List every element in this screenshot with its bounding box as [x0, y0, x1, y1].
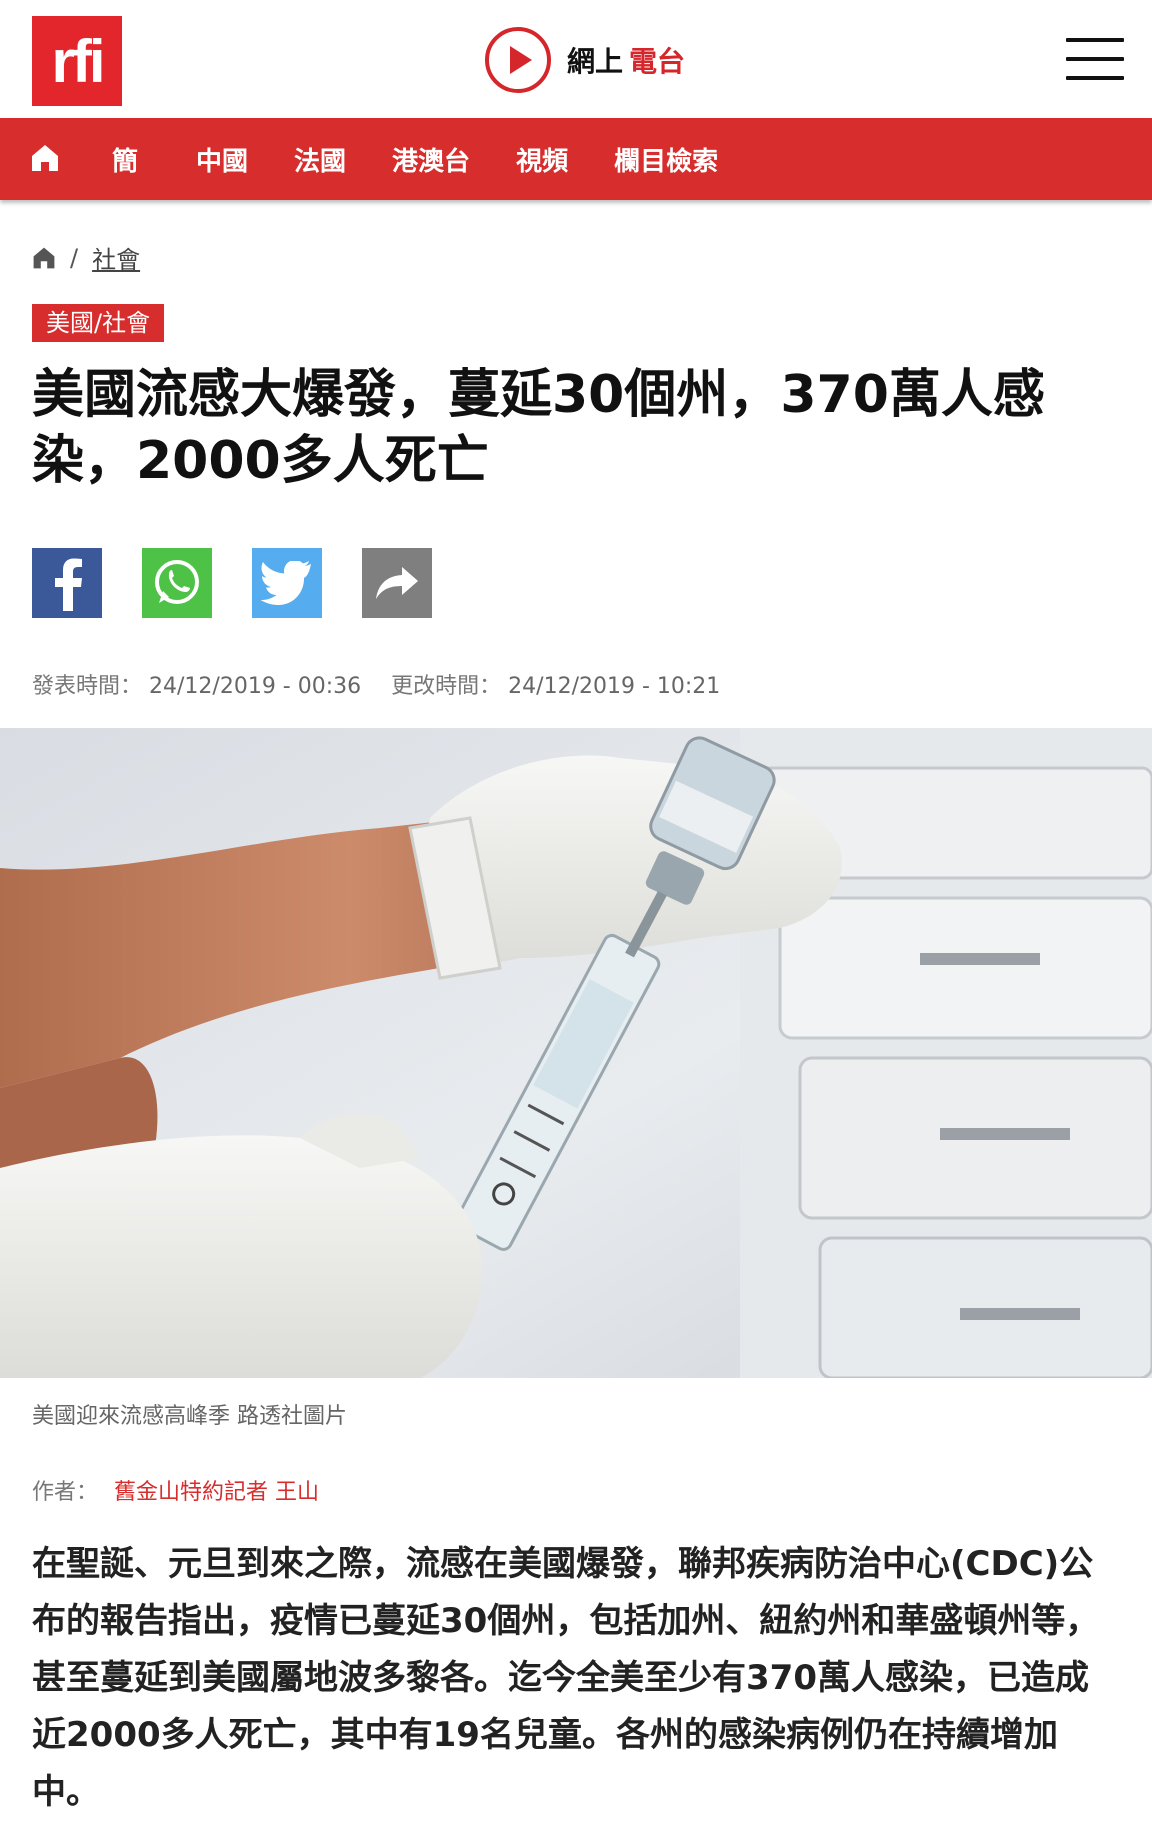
- play-icon: [485, 27, 551, 93]
- updated-value: 24/12/2019 - 10:21: [508, 674, 721, 699]
- online-radio-button[interactable]: 網上 電台: [485, 26, 685, 94]
- radio-label: 網上: [567, 45, 624, 78]
- author-line: 作者： 舊金山特約記者 王山: [32, 1474, 319, 1506]
- nav-item-video[interactable]: 視頻: [516, 141, 568, 178]
- nav-item-china[interactable]: 中國: [196, 141, 248, 178]
- hamburger-menu-icon[interactable]: [1066, 38, 1124, 80]
- nav-item-france[interactable]: 法國: [294, 141, 346, 178]
- rfi-logo[interactable]: rfi: [32, 16, 122, 106]
- article-title: 美國流感大爆發，蔓延30個州，370萬人感染，2000多人死亡: [32, 365, 1045, 491]
- nav-item-hk-macau-tw[interactable]: 港澳台: [392, 141, 470, 178]
- facebook-icon[interactable]: [32, 548, 102, 618]
- home-breadcrumb-icon[interactable]: [32, 246, 56, 270]
- home-icon[interactable]: [30, 141, 66, 177]
- publish-dates: 發表時間： 24/12/2019 - 00:36 更改時間： 24/12/201…: [32, 668, 720, 700]
- published-value: 24/12/2019 - 00:36: [149, 674, 362, 699]
- breadcrumb: / 社會: [32, 240, 140, 275]
- main-nav: 簡 中國 法國 港澳台 視頻 欄目檢索: [0, 118, 1152, 200]
- photo-caption: 美國迎來流感高峰季 路透社圖片: [32, 1404, 347, 1429]
- share-bar: [32, 548, 432, 618]
- nav-item-simplified[interactable]: 簡: [112, 141, 138, 178]
- radio-accent-label: 電台: [629, 45, 686, 78]
- breadcrumb-society-link[interactable]: 社會: [92, 240, 140, 275]
- logo-text: rfi: [51, 27, 106, 95]
- twitter-icon[interactable]: [252, 548, 322, 618]
- article-photo: [0, 728, 1152, 1378]
- author-name-link[interactable]: 舊金山特約記者 王山: [114, 1480, 319, 1505]
- share-icon[interactable]: [362, 548, 432, 618]
- whatsapp-icon[interactable]: [142, 548, 212, 618]
- updated-label: 更改時間：: [391, 674, 502, 699]
- nav-item-column-search[interactable]: 欄目檢索: [614, 141, 718, 178]
- article-lead: 在聖誕、元旦到來之際，流感在美國爆發，聯邦疾病防治中心(CDC)公布的報告指出，…: [32, 1544, 1100, 1812]
- published-label: 發表時間：: [32, 674, 143, 699]
- category-tag[interactable]: 美國/社會: [32, 304, 165, 342]
- breadcrumb-separator: /: [70, 243, 79, 272]
- top-header: rfi 網上 電台: [0, 0, 1152, 118]
- author-label: 作者：: [32, 1480, 99, 1505]
